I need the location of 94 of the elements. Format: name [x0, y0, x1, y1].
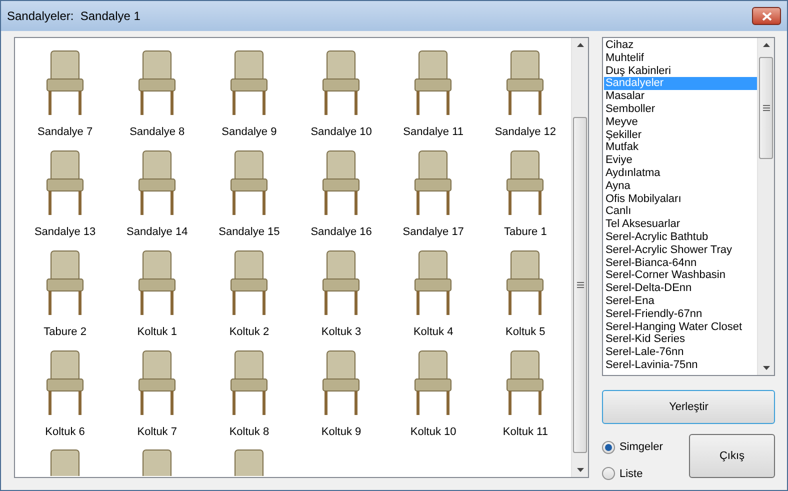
category-item[interactable]: Serel-Lavinia-75nn: [604, 358, 757, 372]
category-item[interactable]: Mutfak: [604, 141, 757, 154]
thumbnail-label: Sandalye 9: [222, 125, 277, 140]
radio-label: Simgeler: [619, 440, 663, 455]
thumbnail-item[interactable]: Sandalye 11: [387, 41, 480, 141]
thumbnail-item[interactable]: Sandalye 16: [295, 141, 388, 241]
category-item[interactable]: Ofis Mobilyaları: [604, 192, 757, 206]
thumbnail-label: Sandalye 15: [218, 225, 280, 240]
thumbnail-item[interactable]: Tabure 2: [19, 241, 112, 341]
scrollbar[interactable]: [571, 38, 588, 477]
thumbnail-label: Koltuk 2: [229, 325, 270, 340]
scrollbar[interactable]: [757, 38, 774, 375]
thumbnail-label: Sandalye 12: [494, 125, 556, 140]
category-item[interactable]: Cihaz: [604, 39, 757, 52]
thumbnail-item[interactable]: Koltuk 8: [203, 341, 296, 441]
scroll-thumb[interactable]: [573, 117, 588, 453]
category-item[interactable]: Ayna: [604, 180, 757, 193]
category-item[interactable]: Serel-Delta-DEnn: [604, 282, 757, 295]
scroll-thumb[interactable]: [759, 57, 773, 159]
category-item[interactable]: Serel-Corner Washbasin: [604, 269, 757, 282]
thumbnail-label: Koltuk 10: [410, 425, 456, 440]
thumbnail-label: Sandalye 17: [402, 225, 464, 240]
thumbnail-item[interactable]: Koltuk 5: [479, 241, 572, 341]
category-item[interactable]: Semboller: [604, 102, 757, 116]
thumbnail-label: Koltuk 9: [321, 425, 362, 440]
exit-button[interactable]: Çıkış: [689, 434, 775, 478]
thumbnail-label: Koltuk 5: [506, 325, 546, 340]
thumbnail-item[interactable]: Sandalye 7: [19, 41, 112, 141]
category-item[interactable]: Duş Kabinleri: [604, 64, 757, 78]
category-item[interactable]: Masalar: [604, 90, 757, 103]
thumbnail-item[interactable]: Sandalye 17: [387, 141, 480, 241]
thumbnail-label: Koltuk 1: [137, 325, 177, 340]
thumbnail-label: Koltuk 7: [137, 425, 177, 440]
thumbnail-item[interactable]: Sandalye 9: [203, 41, 296, 141]
radio-option[interactable]: Liste: [602, 466, 663, 482]
radio-option[interactable]: Simgeler: [602, 439, 663, 456]
radio-label: Liste: [619, 466, 643, 482]
scroll-down-icon[interactable]: [576, 468, 584, 472]
category-item[interactable]: Serel-Hanging Water Closet: [604, 320, 757, 334]
category-item[interactable]: Serel-Acrylic Bathtub: [604, 230, 757, 244]
thumbnail-item[interactable]: Tabure 1: [479, 141, 572, 241]
thumbnail-label: Sandalye 10: [310, 125, 372, 140]
thumbnail-item[interactable]: Koltuk 3: [295, 241, 388, 341]
thumbnail-label: Tabure 1: [504, 225, 547, 240]
category-item[interactable]: Eviye: [604, 154, 757, 167]
radio-button[interactable]: [602, 467, 616, 480]
category-item[interactable]: Canlı: [604, 205, 757, 218]
scroll-up-icon[interactable]: [576, 43, 584, 47]
thumbnail-label: Koltuk 6: [45, 425, 85, 440]
place-button[interactable]: Yerleştir: [602, 390, 775, 424]
category-item[interactable]: Serel-Kid Series: [604, 333, 757, 346]
thumbnail-label: Sandalye 7: [38, 125, 93, 140]
thumbnail-item[interactable]: Sandalye 14: [111, 141, 204, 241]
thumbnail-label: Koltuk 11: [502, 425, 548, 440]
category-item[interactable]: Aydınlatma: [604, 166, 757, 180]
thumbnail-item[interactable]: Sandalye 8: [111, 41, 204, 141]
category-item[interactable]: Serel-Friendly-67nn: [604, 308, 757, 321]
thumbnail-label: Sandalye 13: [34, 225, 96, 240]
thumbnail-item[interactable]: Sandalye 13: [19, 141, 112, 241]
close-button[interactable]: [752, 7, 781, 25]
close-icon: [762, 12, 772, 20]
thumbnail-item[interactable]: Koltuk 10: [387, 341, 480, 441]
thumbnail-label: Koltuk 4: [413, 325, 454, 340]
thumbnail-item[interactable]: Koltuk 4: [387, 241, 480, 341]
category-item[interactable]: Serel-Lale-76nn: [604, 346, 757, 359]
thumbnail-label: Tabure 2: [44, 325, 86, 340]
grip-icon: [762, 105, 770, 111]
radio-button[interactable]: [602, 440, 616, 454]
thumbnail-item[interactable]: Sandalye 10: [295, 41, 388, 141]
category-item[interactable]: Serel-Acrylic Shower Tray: [604, 244, 757, 257]
category-item[interactable]: Şekiller: [604, 128, 757, 142]
thumbnail-label: Koltuk 8: [229, 425, 270, 440]
thumbnail-label: Sandalye 11: [403, 125, 464, 140]
thumbnail-label: Koltuk 3: [321, 325, 362, 340]
category-item[interactable]: Meyve: [604, 116, 757, 129]
thumbnail-label: Sandalye 8: [130, 125, 185, 140]
thumbnail-item[interactable]: Koltuk 11: [479, 341, 572, 441]
category-item[interactable]: Serel-Bianca-64nn: [604, 256, 757, 270]
thumbnail-item[interactable]: Koltuk 1: [111, 241, 204, 341]
category-item[interactable]: Tel Aksesuarlar: [604, 218, 757, 231]
thumbnail-item[interactable]: Koltuk 7: [111, 341, 204, 441]
grip-icon: [576, 282, 584, 288]
thumbnail-label: Sandalye 14: [126, 225, 188, 240]
category-item[interactable]: Muhtelif: [604, 52, 757, 65]
category-item[interactable]: Serel-Ena: [604, 294, 757, 308]
thumbnail-item[interactable]: Koltuk 2: [203, 241, 296, 341]
thumbnail-item[interactable]: Sandalye 12: [479, 41, 572, 141]
scroll-up-icon[interactable]: [762, 43, 770, 47]
thumbnail-item[interactable]: Koltuk 6: [19, 341, 112, 441]
window-title: Sandalyeler: Sandalye 1: [7, 8, 140, 25]
thumbnail-label: Sandalye 16: [310, 225, 372, 240]
thumbnail-item[interactable]: Koltuk 9: [295, 341, 388, 441]
scroll-down-icon[interactable]: [762, 366, 770, 370]
thumbnail-item[interactable]: Sandalye 15: [203, 141, 296, 241]
